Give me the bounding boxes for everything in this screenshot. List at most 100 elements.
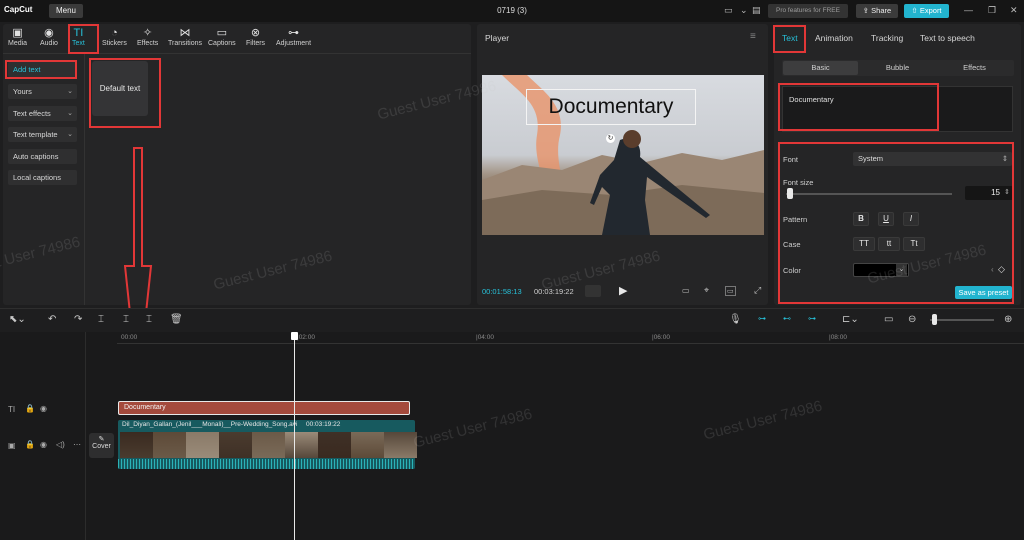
tool-stickers[interactable]: ◔ Stickers	[102, 27, 127, 47]
linkage-icon[interactable]: ⊶	[808, 314, 816, 323]
zoom-out-icon[interactable]: ⊖	[908, 314, 916, 325]
captions-icon: ▭	[216, 27, 228, 39]
text-template-button[interactable]: Text template ⌄	[8, 127, 77, 142]
expand-icon[interactable]: ⤢	[754, 285, 761, 296]
tab-tracking[interactable]: Tracking	[871, 33, 903, 43]
zoom-slider[interactable]	[930, 319, 994, 321]
ruler-baseline	[117, 343, 1024, 344]
chevron-down-icon: ⌄	[67, 131, 73, 138]
zoom-slider-handle[interactable]	[932, 314, 937, 325]
text-clip[interactable]: Documentary	[118, 401, 410, 415]
split-right-icon[interactable]: ⌶	[146, 314, 152, 325]
sidebar-divider	[84, 53, 85, 305]
text-template-label: Text template	[13, 130, 58, 139]
tool-label: Filters	[246, 40, 266, 47]
tool-filters[interactable]: ⊗ Filters	[246, 27, 265, 47]
tool-label: Effects	[137, 40, 159, 47]
video-thumbnail	[153, 432, 186, 458]
minimize-icon[interactable]: —	[964, 5, 973, 15]
video-preview[interactable]: Documentary ↻	[482, 75, 764, 235]
monitor-icon[interactable]: ▤	[752, 5, 761, 16]
filters-icon: ⊗	[250, 27, 261, 39]
highlight-text-input	[778, 83, 939, 131]
microphone-icon[interactable]: 🎙	[729, 314, 742, 325]
eye-icon[interactable]: ◉	[40, 404, 47, 413]
export-button[interactable]: ⇧ Export	[904, 4, 949, 18]
tab-text-to-speech[interactable]: Text to speech	[920, 33, 975, 43]
player-title: Player	[485, 33, 510, 43]
eye-icon[interactable]: ◉	[40, 440, 47, 449]
text-effects-label: Text effects	[13, 109, 51, 118]
chevron-down-icon: ⌄	[67, 110, 73, 117]
rotate-handle-icon[interactable]: ↻	[606, 134, 615, 143]
video-thumbnail	[351, 432, 384, 458]
highlight-add-text	[5, 60, 77, 79]
tool-media[interactable]: ▣ Media	[8, 27, 27, 47]
yours-button[interactable]: Yours ⌄	[8, 84, 77, 99]
subtab-basic[interactable]: Basic	[783, 61, 858, 75]
delete-icon[interactable]: 🗑	[170, 314, 183, 325]
video-thumbnail	[252, 432, 285, 458]
split-icon[interactable]: ⌶	[98, 314, 104, 325]
menu-button[interactable]: Menu	[49, 4, 83, 18]
magnet-icon[interactable]: ⊷	[783, 314, 791, 323]
text-effects-button[interactable]: Text effects ⌄	[8, 106, 77, 121]
zoom-fit-icon[interactable]: ⌖	[704, 285, 709, 296]
lock-icon[interactable]: 🔒	[25, 404, 35, 413]
redo-icon[interactable]: ↷	[74, 314, 82, 325]
cover-button[interactable]: ✎ Cover	[89, 433, 114, 458]
maximize-icon[interactable]: ❐	[988, 5, 996, 16]
tool-label: Captions	[208, 40, 236, 47]
preview-axis-icon[interactable]: ⊏⌄	[842, 314, 859, 325]
playhead-handle[interactable]	[291, 332, 298, 340]
lock-icon[interactable]: 🔒	[25, 440, 35, 449]
yours-label: Yours	[13, 87, 32, 96]
pro-features-button[interactable]: Pro features for FREE	[768, 4, 848, 18]
local-captions-button[interactable]: Local captions	[8, 170, 77, 185]
tool-transitions[interactable]: ⋈ Transitions	[168, 27, 202, 47]
layout-icon[interactable]: ▭	[724, 5, 733, 16]
timecode-toggle[interactable]	[585, 285, 601, 297]
subtab-effects[interactable]: Effects	[937, 61, 1012, 75]
transitions-icon: ⋈	[179, 27, 191, 39]
playhead-line[interactable]	[294, 332, 295, 540]
fullscreen-preview-icon[interactable]: ▭	[682, 286, 690, 295]
share-button[interactable]: ⇪ Share	[856, 4, 898, 18]
more-icon[interactable]: ⋯	[73, 440, 81, 449]
close-icon[interactable]: ✕	[1010, 5, 1018, 16]
tool-effects[interactable]: ✧ Effects	[137, 27, 158, 47]
ruler-label: |06:00	[652, 334, 670, 341]
undo-icon[interactable]: ↶	[48, 314, 56, 325]
ruler-label: |02:00	[297, 334, 315, 341]
tab-animation[interactable]: Animation	[815, 33, 853, 43]
video-thumbnail	[186, 432, 219, 458]
video-thumbnail	[318, 432, 351, 458]
chevron-down-icon[interactable]: ⌄	[740, 5, 748, 16]
zoom-in-icon[interactable]: ⊕	[1004, 314, 1012, 325]
cover-label: Cover	[92, 443, 111, 450]
audio-mute-icon[interactable]: ◁)	[56, 440, 65, 449]
audio-icon: ◉	[44, 27, 54, 39]
ratio-icon[interactable]: ▭	[725, 286, 736, 296]
link-main-track-icon[interactable]: ⊶	[758, 314, 766, 323]
ruler-label: |04:00	[476, 334, 494, 341]
auto-captions-button[interactable]: Auto captions	[8, 149, 77, 164]
subtab-bubble[interactable]: Bubble	[860, 61, 935, 75]
play-icon[interactable]: ▶	[619, 284, 627, 297]
screen-icon[interactable]: ▭	[884, 314, 893, 325]
split-left-icon[interactable]: ⌶	[123, 314, 129, 325]
title-bar: 0719 (3) CapCut Menu ▭ ⌄ ▤ Pro features …	[0, 0, 1024, 22]
text-overlay[interactable]: Documentary	[526, 89, 696, 125]
hamburger-icon[interactable]: ≡	[750, 31, 756, 42]
current-time: 00:01:58:13	[482, 287, 522, 296]
tool-adjustment[interactable]: ⊶ Adjustment	[276, 27, 311, 47]
video-thumbnail	[219, 432, 252, 458]
tool-label: Adjustment	[276, 40, 312, 47]
tool-captions[interactable]: ▭ Captions	[208, 27, 236, 47]
audio-waveform	[118, 459, 415, 469]
tool-audio[interactable]: ◉ Audio	[40, 27, 58, 47]
select-cursor-icon[interactable]: ⬉⌄	[9, 314, 26, 325]
video-clip-duration: 00:03:19:22	[306, 421, 341, 428]
share-label: Share	[871, 6, 892, 15]
adjustment-icon: ⊶	[288, 27, 300, 39]
